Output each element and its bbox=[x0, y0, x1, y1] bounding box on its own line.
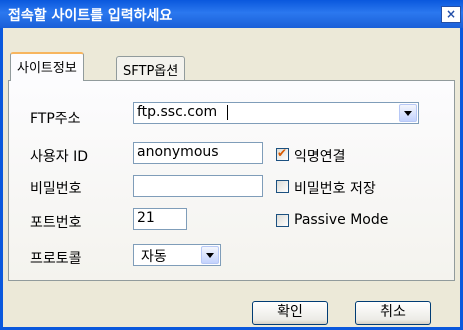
ok-button[interactable]: 확인 bbox=[252, 301, 328, 325]
close-icon: × bbox=[445, 7, 457, 21]
user-id-value: anonymous bbox=[137, 144, 219, 160]
cancel-button-label: 취소 bbox=[380, 304, 406, 320]
title-bar[interactable]: 접속할 사이트를 입력하세요 × bbox=[0, 0, 463, 28]
close-button[interactable]: × bbox=[441, 6, 461, 23]
ftp-address-value: ftp.ssc.com bbox=[137, 104, 218, 120]
protocol-select[interactable]: 자동 bbox=[133, 244, 221, 266]
save-password-label: 비밀번호 저장 bbox=[294, 181, 376, 197]
protocol-label: 프로토콜 bbox=[30, 251, 82, 267]
cancel-button[interactable]: 취소 bbox=[355, 301, 431, 325]
port-input[interactable]: 21 bbox=[133, 208, 187, 230]
chevron-down-icon bbox=[404, 111, 412, 116]
tab-site-info-label: 사이트정보 bbox=[17, 61, 77, 76]
password-label: 비밀번호 bbox=[30, 181, 82, 197]
ok-button-label: 확인 bbox=[277, 304, 303, 320]
window-title: 접속할 사이트를 입력하세요 bbox=[8, 8, 173, 24]
checkmark-icon: ✔ bbox=[277, 146, 288, 160]
protocol-value: 자동 bbox=[141, 249, 167, 265]
ftp-address-dropdown-button[interactable] bbox=[399, 104, 417, 122]
port-value: 21 bbox=[137, 210, 155, 226]
save-password-checkbox[interactable] bbox=[276, 180, 289, 193]
user-id-label: 사용자 ID bbox=[30, 149, 88, 165]
anonymous-checkbox[interactable]: ✔ bbox=[276, 146, 289, 161]
protocol-dropdown-button[interactable] bbox=[201, 246, 219, 264]
passive-mode-label: Passive Mode bbox=[294, 212, 389, 228]
user-id-input[interactable]: anonymous bbox=[133, 142, 263, 164]
tab-site-info[interactable]: 사이트정보 bbox=[10, 52, 84, 81]
ftp-address-combo[interactable]: ftp.ssc.com bbox=[133, 102, 419, 124]
password-input[interactable] bbox=[133, 175, 263, 197]
tab-sftp-options[interactable]: SFTP옵션 bbox=[116, 56, 186, 80]
chevron-down-icon bbox=[206, 253, 214, 258]
text-caret bbox=[227, 105, 228, 120]
ftp-address-label: FTP주소 bbox=[30, 111, 81, 127]
passive-mode-checkbox[interactable] bbox=[276, 214, 289, 227]
anonymous-label: 익명연결 bbox=[294, 149, 346, 165]
port-label: 포트번호 bbox=[30, 215, 82, 231]
tab-sftp-options-label: SFTP옵션 bbox=[123, 64, 179, 79]
